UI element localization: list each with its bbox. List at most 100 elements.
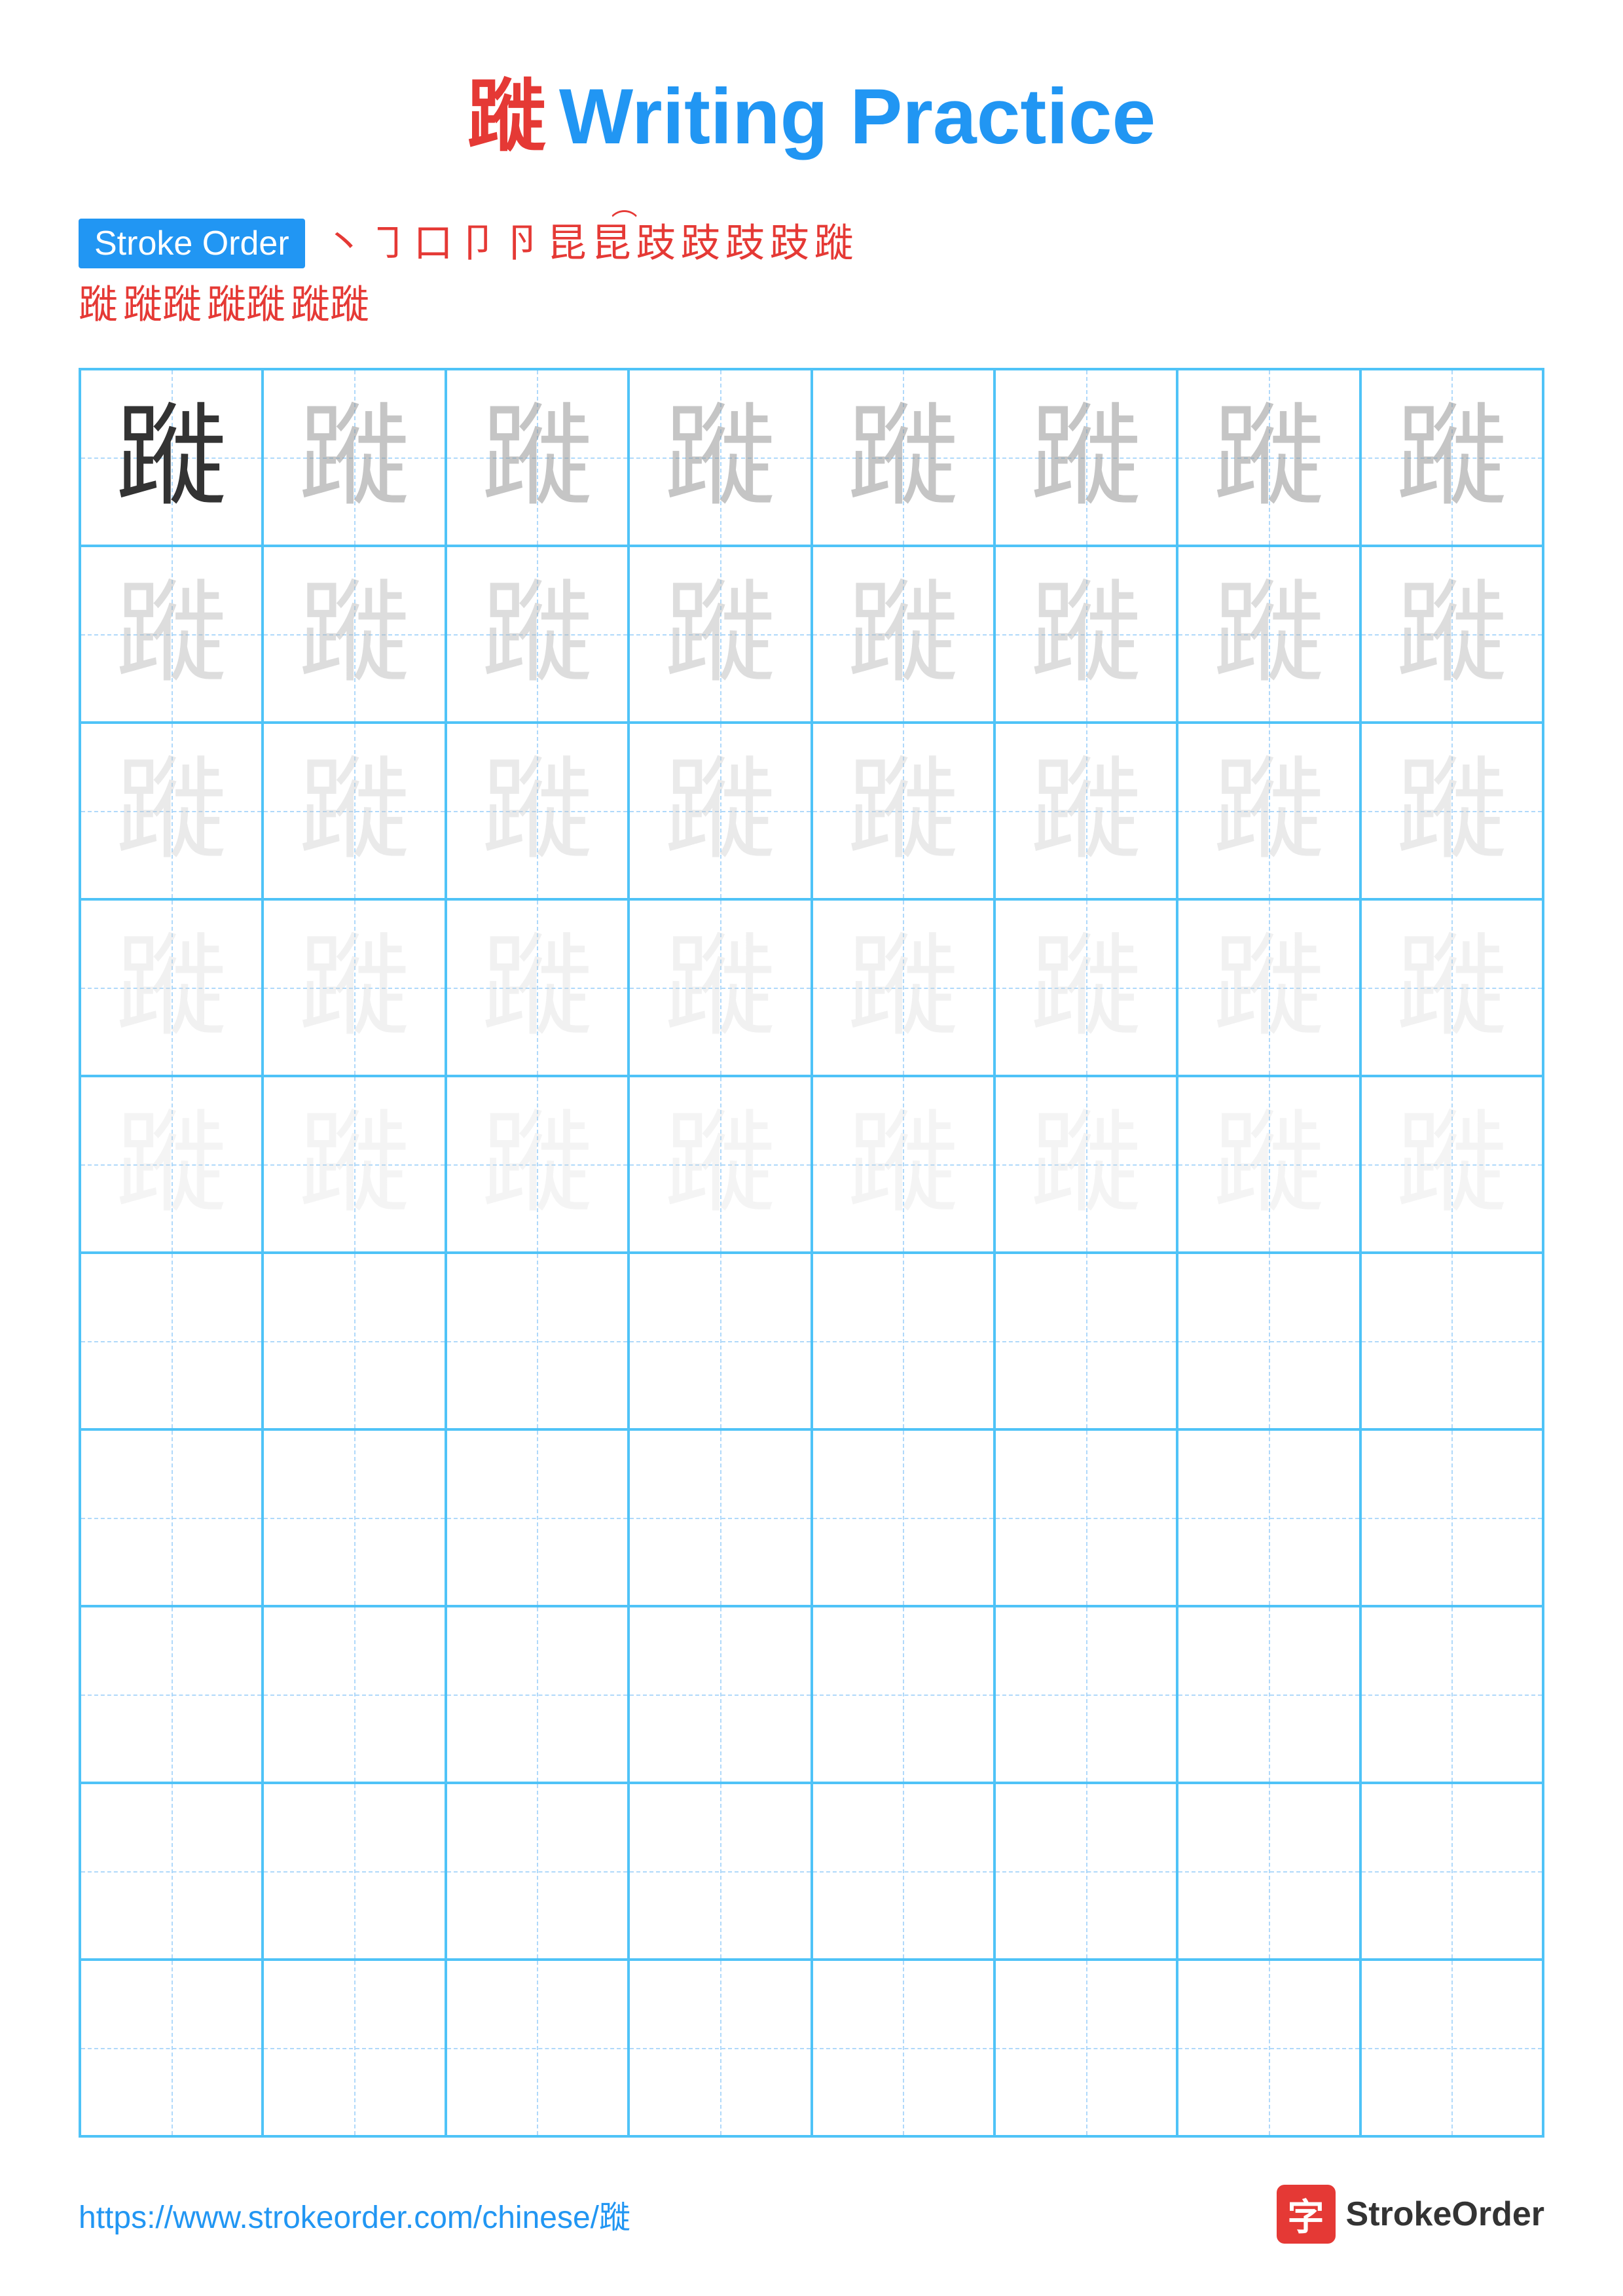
grid-cell[interactable]: 蹝 [1360, 899, 1543, 1076]
grid-cell[interactable] [446, 1606, 629, 1783]
practice-char: 蹝 [481, 402, 593, 513]
grid-cell[interactable] [80, 1429, 263, 1606]
grid-cell[interactable] [994, 1253, 1177, 1429]
grid-cell[interactable] [263, 1960, 445, 2136]
stroke-13: 蹝 [79, 281, 118, 329]
stroke-10: 跂 [725, 220, 765, 267]
grid-cell[interactable]: 蹝 [812, 369, 994, 546]
practice-char: 蹝 [847, 755, 958, 867]
grid-cell[interactable]: 蹝 [80, 899, 263, 1076]
grid-cell[interactable] [1360, 1606, 1543, 1783]
grid-cell[interactable] [263, 1606, 445, 1783]
grid-cell[interactable]: 蹝 [629, 899, 811, 1076]
grid-cell[interactable] [1177, 1253, 1360, 1429]
grid-cell[interactable] [994, 1960, 1177, 2136]
grid-cell[interactable]: 蹝 [994, 369, 1177, 546]
grid-cell[interactable] [812, 1606, 994, 1783]
practice-char: 蹝 [665, 1109, 776, 1220]
grid-row-8 [80, 1606, 1543, 1783]
grid-cell[interactable] [1360, 1253, 1543, 1429]
grid-cell[interactable]: 蹝 [263, 899, 445, 1076]
grid-cell[interactable]: 蹝 [1360, 1076, 1543, 1253]
grid-cell[interactable]: 蹝 [263, 723, 445, 899]
practice-char: 蹝 [1396, 579, 1507, 690]
grid-cell[interactable]: 蹝 [1177, 899, 1360, 1076]
grid-cell[interactable] [994, 1429, 1177, 1606]
grid-cell[interactable]: 蹝 [629, 723, 811, 899]
grid-cell[interactable] [812, 1783, 994, 1960]
grid-cell[interactable] [1177, 1429, 1360, 1606]
grid-cell[interactable]: 蹝 [812, 723, 994, 899]
practice-char: 蹝 [1213, 579, 1324, 690]
grid-cell[interactable]: 蹝 [994, 546, 1177, 723]
grid-row-4: 蹝 蹝 蹝 蹝 蹝 蹝 蹝 蹝 [80, 899, 1543, 1076]
footer-url[interactable]: https://www.strokeorder.com/chinese/蹝 [79, 2191, 630, 2237]
grid-cell[interactable]: 蹝 [812, 1076, 994, 1253]
grid-cell[interactable]: 蹝 [80, 1076, 263, 1253]
grid-cell[interactable] [446, 1429, 629, 1606]
grid-cell[interactable] [994, 1783, 1177, 1960]
grid-cell[interactable]: 蹝 [1177, 546, 1360, 723]
grid-cell[interactable] [80, 1253, 263, 1429]
grid-cell[interactable] [629, 1960, 811, 2136]
practice-char: 蹝 [847, 402, 958, 513]
grid-cell[interactable] [812, 1253, 994, 1429]
grid-cell[interactable] [812, 1960, 994, 2136]
grid-cell[interactable]: 蹝 [80, 546, 263, 723]
grid-cell[interactable] [80, 1783, 263, 1960]
grid-cell[interactable]: 蹝 [994, 899, 1177, 1076]
grid-cell[interactable] [1360, 1960, 1543, 2136]
grid-cell[interactable] [629, 1783, 811, 1960]
grid-cell[interactable] [629, 1253, 811, 1429]
grid-cell[interactable]: 蹝 [446, 369, 629, 546]
grid-cell[interactable] [1360, 1429, 1543, 1606]
grid-cell[interactable]: 蹝 [1177, 1076, 1360, 1253]
grid-cell[interactable]: 蹝 [446, 546, 629, 723]
grid-cell[interactable] [812, 1429, 994, 1606]
grid-cell[interactable]: 蹝 [629, 1076, 811, 1253]
stroke-16: 蹝蹝 [291, 281, 369, 329]
grid-cell[interactable] [1177, 1606, 1360, 1783]
stroke-sequence: 丶 ㇆ 口 卩 卪 昆 昆⌒ 跂 跂 跂 跂 蹝 [325, 220, 854, 267]
grid-cell[interactable] [629, 1429, 811, 1606]
practice-char: 蹝 [1213, 1109, 1324, 1220]
grid-cell[interactable]: 蹝 [80, 369, 263, 546]
grid-cell[interactable] [263, 1783, 445, 1960]
grid-cell[interactable] [80, 1960, 263, 2136]
practice-char: 蹝 [1030, 755, 1142, 867]
grid-cell[interactable]: 蹝 [629, 546, 811, 723]
grid-cell[interactable] [263, 1253, 445, 1429]
grid-cell[interactable]: 蹝 [1360, 369, 1543, 546]
grid-cell[interactable]: 蹝 [629, 369, 811, 546]
grid-cell[interactable] [446, 1253, 629, 1429]
grid-cell[interactable]: 蹝 [263, 369, 445, 546]
grid-cell[interactable]: 蹝 [80, 723, 263, 899]
grid-cell[interactable] [1360, 1783, 1543, 1960]
grid-cell[interactable]: 蹝 [263, 546, 445, 723]
grid-cell[interactable]: 蹝 [446, 723, 629, 899]
grid-cell[interactable]: 蹝 [994, 1076, 1177, 1253]
practice-char: 蹝 [299, 402, 410, 513]
grid-cell[interactable]: 蹝 [1177, 723, 1360, 899]
grid-cell[interactable] [80, 1606, 263, 1783]
grid-cell[interactable] [1177, 1960, 1360, 2136]
grid-cell[interactable]: 蹝 [446, 899, 629, 1076]
grid-cell[interactable]: 蹝 [1177, 369, 1360, 546]
grid-cell[interactable]: 蹝 [446, 1076, 629, 1253]
grid-row-1: 蹝 蹝 蹝 蹝 蹝 蹝 蹝 蹝 [80, 369, 1543, 546]
grid-cell[interactable]: 蹝 [1360, 546, 1543, 723]
grid-cell[interactable]: 蹝 [263, 1076, 445, 1253]
grid-cell[interactable] [446, 1783, 629, 1960]
practice-char: 蹝 [116, 1109, 227, 1220]
grid-cell[interactable]: 蹝 [812, 546, 994, 723]
page-title: 蹝Writing Practice [79, 52, 1544, 166]
grid-cell[interactable]: 蹝 [1360, 723, 1543, 899]
grid-cell[interactable]: 蹝 [812, 899, 994, 1076]
grid-cell[interactable] [263, 1429, 445, 1606]
practice-char: 蹝 [481, 932, 593, 1043]
grid-cell[interactable] [629, 1606, 811, 1783]
grid-cell[interactable] [446, 1960, 629, 2136]
grid-cell[interactable] [1177, 1783, 1360, 1960]
grid-cell[interactable] [994, 1606, 1177, 1783]
grid-cell[interactable]: 蹝 [994, 723, 1177, 899]
